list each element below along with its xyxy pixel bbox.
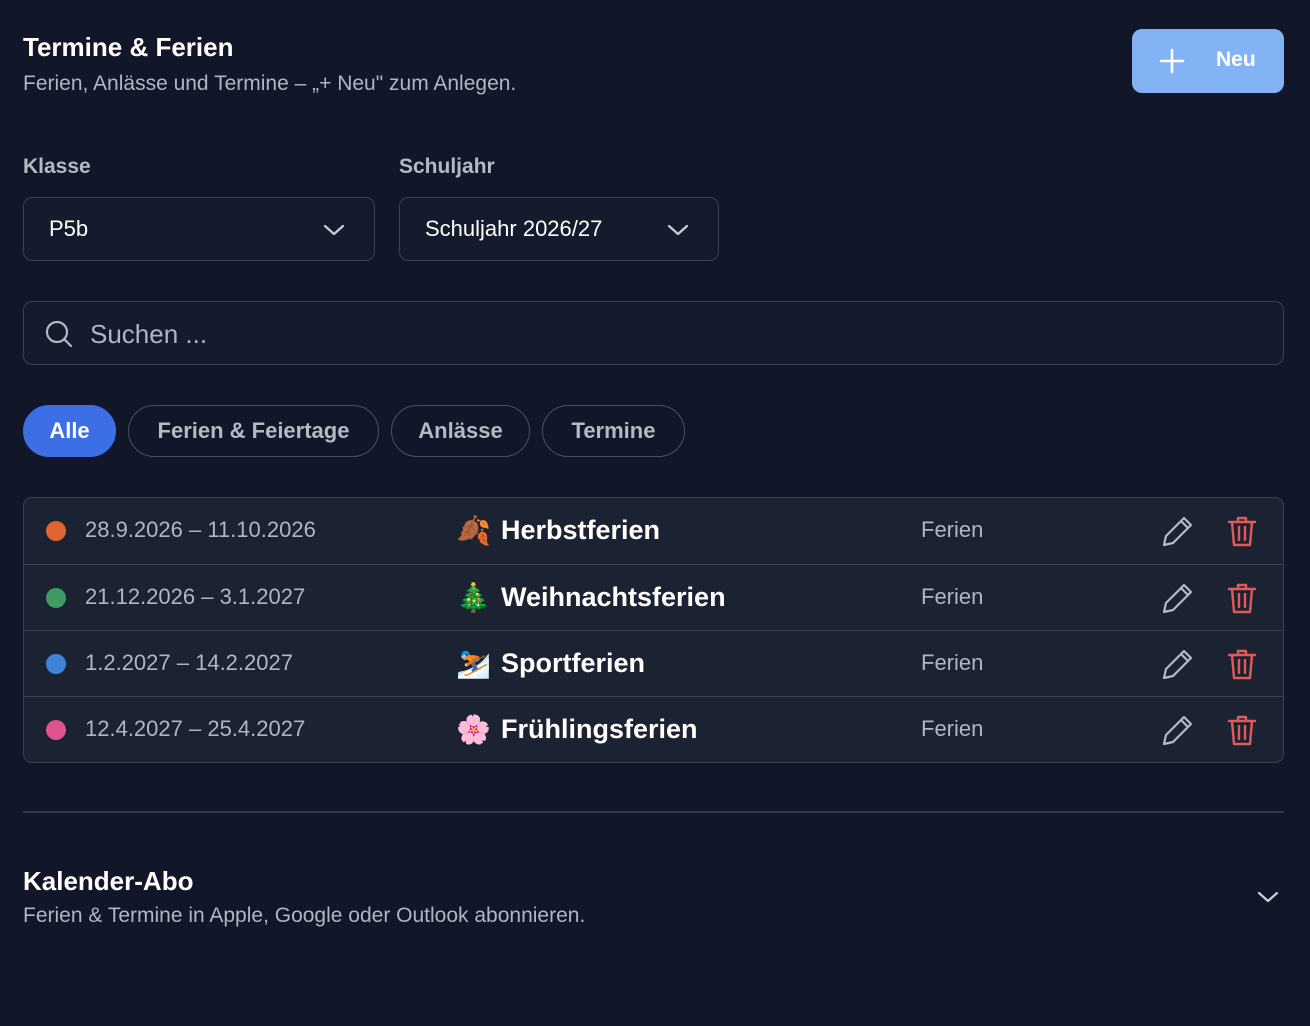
school-year-select[interactable]: Schuljahr 2026/27 (399, 197, 719, 261)
event-row[interactable]: 1.2.2027 – 14.2.2027 ⛷️ Sportferien Feri… (24, 630, 1283, 697)
pencil-icon (1162, 649, 1193, 680)
page-title: Termine & Ferien (23, 32, 234, 62)
delete-button[interactable] (1225, 514, 1259, 548)
event-color-dot (46, 654, 66, 674)
pencil-icon (1162, 715, 1193, 746)
event-color-dot (46, 588, 66, 608)
search-icon (45, 320, 73, 348)
skier-icon: ⛷️ (456, 647, 491, 680)
chevron-down-icon (323, 224, 345, 236)
chevron-down-icon (1257, 891, 1279, 903)
section-divider (23, 811, 1284, 813)
new-button[interactable]: Neu (1132, 29, 1284, 93)
edit-button[interactable] (1161, 713, 1195, 747)
event-type: Ferien (921, 517, 984, 542)
event-name: Weihnachtsferien (501, 582, 726, 612)
chip-occasions[interactable]: Anlässe (391, 405, 530, 457)
event-dates: 28.9.2026 – 11.10.2026 (85, 517, 316, 542)
edit-button[interactable] (1161, 514, 1195, 548)
event-dates: 12.4.2027 – 25.4.2027 (85, 716, 306, 741)
event-type: Ferien (921, 650, 984, 675)
event-row[interactable]: 12.4.2027 – 25.4.2027 🌸 Frühlingsferien … (24, 696, 1283, 762)
event-color-dot (46, 521, 66, 541)
delete-button[interactable] (1225, 581, 1259, 615)
event-row[interactable]: 21.12.2026 – 3.1.2027 🎄 Weihnachtsferien… (24, 564, 1283, 631)
christmas-tree-icon: 🎄 (456, 581, 491, 614)
plus-icon (1159, 48, 1185, 74)
new-button-label: Neu (1216, 48, 1256, 71)
calendar-subscription-subtitle: Ferien & Termine in Apple, Google oder O… (23, 904, 586, 927)
trash-icon (1227, 715, 1257, 746)
edit-button[interactable] (1161, 581, 1195, 615)
chip-holidays[interactable]: Ferien & Feiertage (128, 405, 379, 457)
event-type: Ferien (921, 716, 984, 741)
events-list: 28.9.2026 – 11.10.2026 🍂 Herbstferien Fe… (23, 497, 1284, 763)
event-row[interactable]: 28.9.2026 – 11.10.2026 🍂 Herbstferien Fe… (24, 498, 1283, 564)
event-type: Ferien (921, 584, 984, 609)
edit-button[interactable] (1161, 647, 1195, 681)
event-name: Frühlingsferien (501, 714, 698, 744)
event-name: Herbstferien (501, 515, 661, 545)
event-name: Sportferien (501, 648, 646, 678)
pencil-icon (1162, 516, 1193, 547)
school-year-label: Schuljahr (399, 155, 495, 178)
calendar-subscription-title: Kalender-Abo (23, 866, 194, 896)
chevron-down-icon (667, 224, 689, 236)
school-year-select-value: Schuljahr 2026/27 (425, 216, 603, 241)
trash-icon (1227, 583, 1257, 614)
trash-icon (1227, 649, 1257, 680)
chip-all[interactable]: Alle (23, 405, 116, 457)
class-select-value: P5b (49, 216, 89, 241)
event-dates: 1.2.2027 – 14.2.2027 (85, 650, 293, 675)
delete-button[interactable] (1225, 647, 1259, 681)
delete-button[interactable] (1225, 713, 1259, 747)
calendar-subscription-toggle[interactable] (1254, 884, 1282, 910)
search-box (23, 301, 1284, 365)
search-input[interactable] (88, 312, 1262, 356)
class-label: Klasse (23, 155, 91, 178)
page-subtitle: Ferien, Anlässe und Termine – „+ Neu" zu… (23, 72, 517, 95)
pencil-icon (1162, 583, 1193, 614)
fallen-leaf-icon: 🍂 (456, 514, 491, 547)
trash-icon (1227, 516, 1257, 547)
event-dates: 21.12.2026 – 3.1.2027 (85, 584, 306, 609)
event-color-dot (46, 720, 66, 740)
chip-appointments[interactable]: Termine (542, 405, 685, 457)
events-page: Termine & Ferien Ferien, Anlässe und Ter… (0, 0, 1310, 1026)
cherry-blossom-icon: 🌸 (456, 713, 491, 746)
class-select[interactable]: P5b (23, 197, 375, 261)
